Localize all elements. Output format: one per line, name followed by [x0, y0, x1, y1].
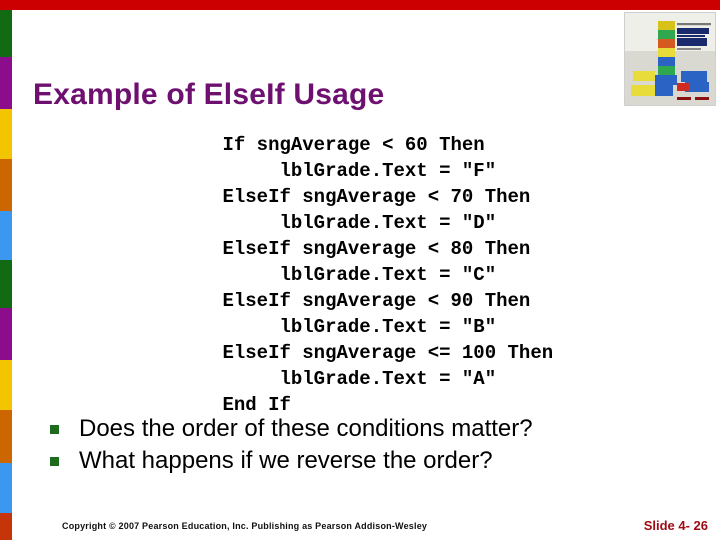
stripe-segment-9-blue: [0, 463, 12, 513]
slide-number: Slide 4- 26: [643, 518, 708, 533]
slide-canvas: Example of ElseIf Usage If sngAverage < …: [0, 0, 720, 540]
code-line: lblGrade.Text = "F": [222, 160, 497, 182]
code-line: lblGrade.Text = "C": [222, 264, 497, 286]
list-item: Does the order of these conditions matte…: [50, 414, 670, 446]
list-item-label: What happens if we reverse the order?: [79, 447, 493, 474]
list-item-label: Does the order of these conditions matte…: [79, 415, 533, 442]
stripe-segment-0-green: [0, 10, 12, 57]
code-line: ElseIf sngAverage < 80 Then: [222, 238, 531, 260]
stripe-segment-5-green: [0, 260, 12, 308]
code-line: ElseIf sngAverage <= 100 Then: [222, 342, 554, 364]
square-bullet-icon: [50, 425, 59, 434]
stripe-segment-4-blue: [0, 211, 12, 260]
stripe-segment-2-yellow: [0, 109, 12, 159]
code-text: If sngAverage < 60 Then lblGrade.Text = …: [222, 132, 553, 418]
code-line: If sngAverage < 60 Then: [222, 134, 485, 156]
bullet-list: Does the order of these conditions matte…: [50, 414, 670, 478]
square-bullet-icon: [50, 457, 59, 466]
code-line: lblGrade.Text = "D": [222, 212, 497, 234]
stripe-segment-3-orange: [0, 159, 12, 211]
top-red-band: [0, 0, 720, 10]
stripe-segment-8-orange: [0, 410, 12, 463]
stripe-segment-7-yellow: [0, 360, 12, 410]
code-line: lblGrade.Text = "B": [222, 316, 497, 338]
stripe-segment-1-purple: [0, 57, 12, 109]
stripe-segment-10-brick-red: [0, 513, 12, 540]
book-cover-image: [624, 12, 716, 106]
left-color-stripe: [0, 10, 12, 540]
footer-copyright: Copyright © 2007 Pearson Education, Inc.…: [62, 521, 428, 531]
list-item: What happens if we reverse the order?: [50, 446, 670, 478]
stripe-segment-6-purple: [0, 308, 12, 360]
code-line: ElseIf sngAverage < 90 Then: [222, 290, 531, 312]
code-line: ElseIf sngAverage < 70 Then: [222, 186, 531, 208]
code-line: lblGrade.Text = "A": [222, 368, 497, 390]
code-block: If sngAverage < 60 Then lblGrade.Text = …: [150, 106, 580, 444]
